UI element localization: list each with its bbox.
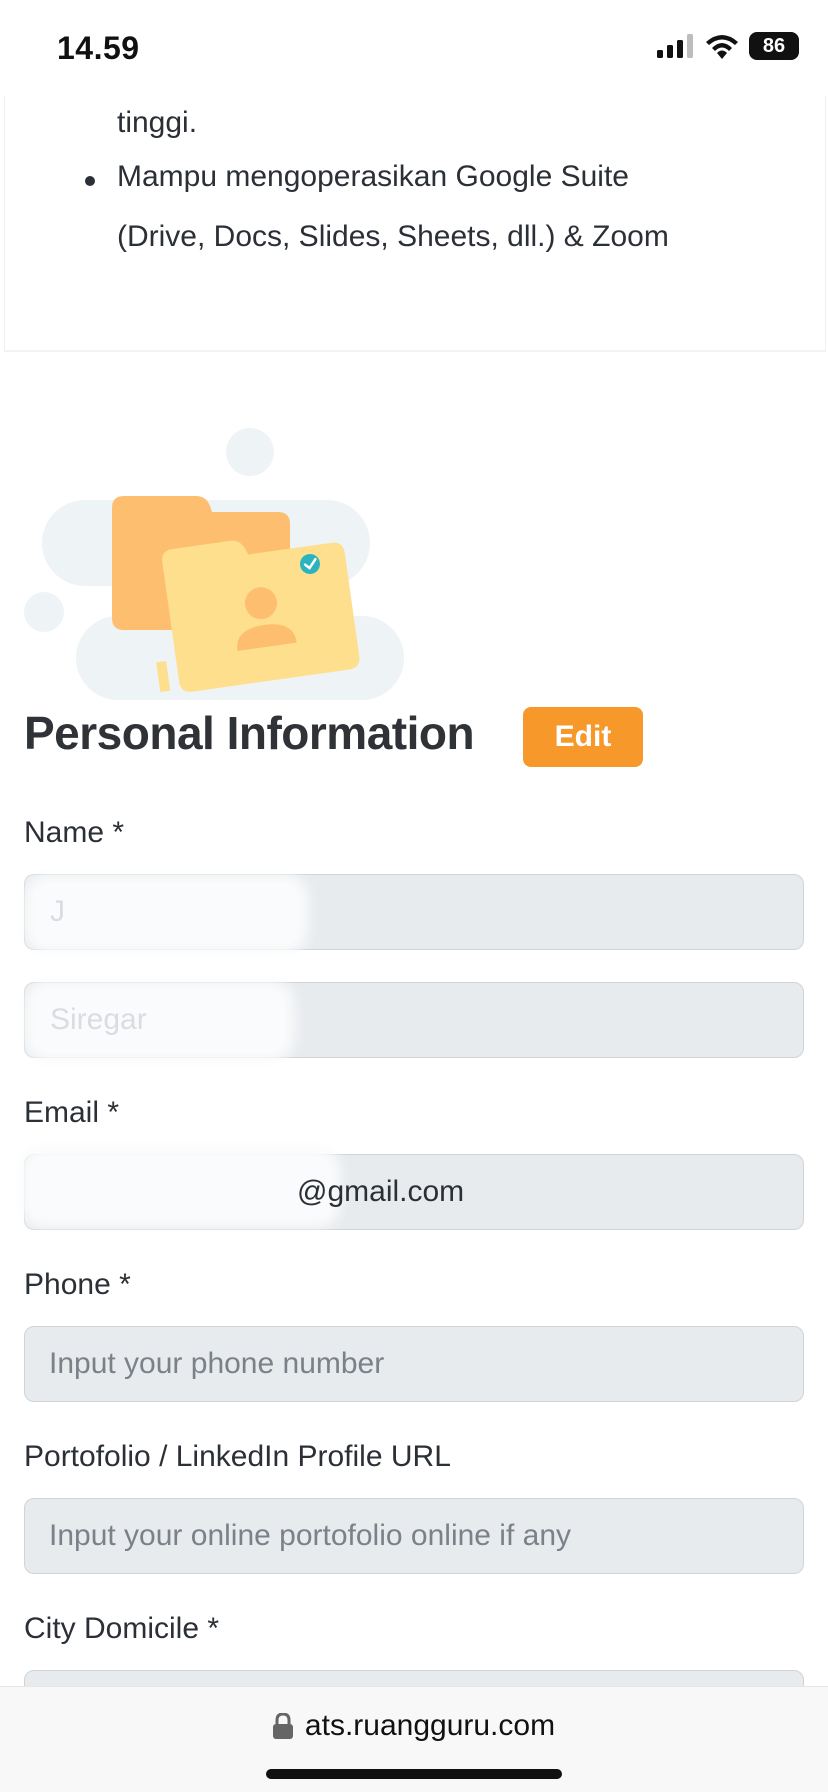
url-text[interactable]: ats.ruangguru.com bbox=[305, 1709, 555, 1743]
edit-button[interactable]: Edit bbox=[523, 707, 643, 767]
home-indicator[interactable] bbox=[266, 1769, 562, 1779]
phone-label: Phone * bbox=[24, 1268, 131, 1301]
page: 14.59 86 tinggi. Mampu mengoperasikan Go… bbox=[0, 0, 828, 1792]
name-label: Name * bbox=[24, 816, 125, 849]
portfolio-url-input[interactable] bbox=[24, 1498, 804, 1574]
redaction-overlay bbox=[30, 1156, 330, 1218]
description-line: (Drive, Docs, Slides, Sheets, dll.) & Zo… bbox=[117, 220, 669, 253]
portfolio-label: Portofolio / LinkedIn Profile URL bbox=[24, 1440, 451, 1473]
email-value: @gmail.com bbox=[297, 1175, 465, 1208]
description-line: tinggi. bbox=[117, 106, 198, 139]
last-name-text: Siregar bbox=[50, 1003, 147, 1036]
email-label: Email * bbox=[24, 1096, 120, 1129]
wifi-icon bbox=[706, 35, 738, 59]
description-line: Mampu mengoperasikan Google Suite bbox=[117, 160, 629, 193]
battery-indicator: 86 bbox=[749, 32, 799, 60]
first-name-text: J bbox=[50, 895, 65, 928]
section-title: Personal Information bbox=[24, 707, 475, 759]
phone-input[interactable] bbox=[24, 1326, 804, 1402]
job-description-card: tinggi. Mampu mengoperasikan Google Suit… bbox=[4, 96, 826, 352]
status-icons: 86 bbox=[657, 32, 799, 60]
browser-url-bar[interactable]: ats.ruangguru.com bbox=[0, 1686, 828, 1792]
personal-folder-illustration bbox=[24, 428, 404, 700]
lock-icon bbox=[272, 1713, 293, 1739]
cellular-signal-icon bbox=[657, 34, 693, 58]
bullet-point bbox=[85, 176, 95, 186]
city-domicile-label: City Domicile * bbox=[24, 1612, 220, 1645]
status-time: 14.59 bbox=[57, 30, 140, 66]
url-container[interactable]: ats.ruangguru.com bbox=[0, 1709, 828, 1743]
status-bar: 14.59 86 bbox=[0, 0, 828, 96]
redaction-overlay bbox=[34, 884, 298, 944]
